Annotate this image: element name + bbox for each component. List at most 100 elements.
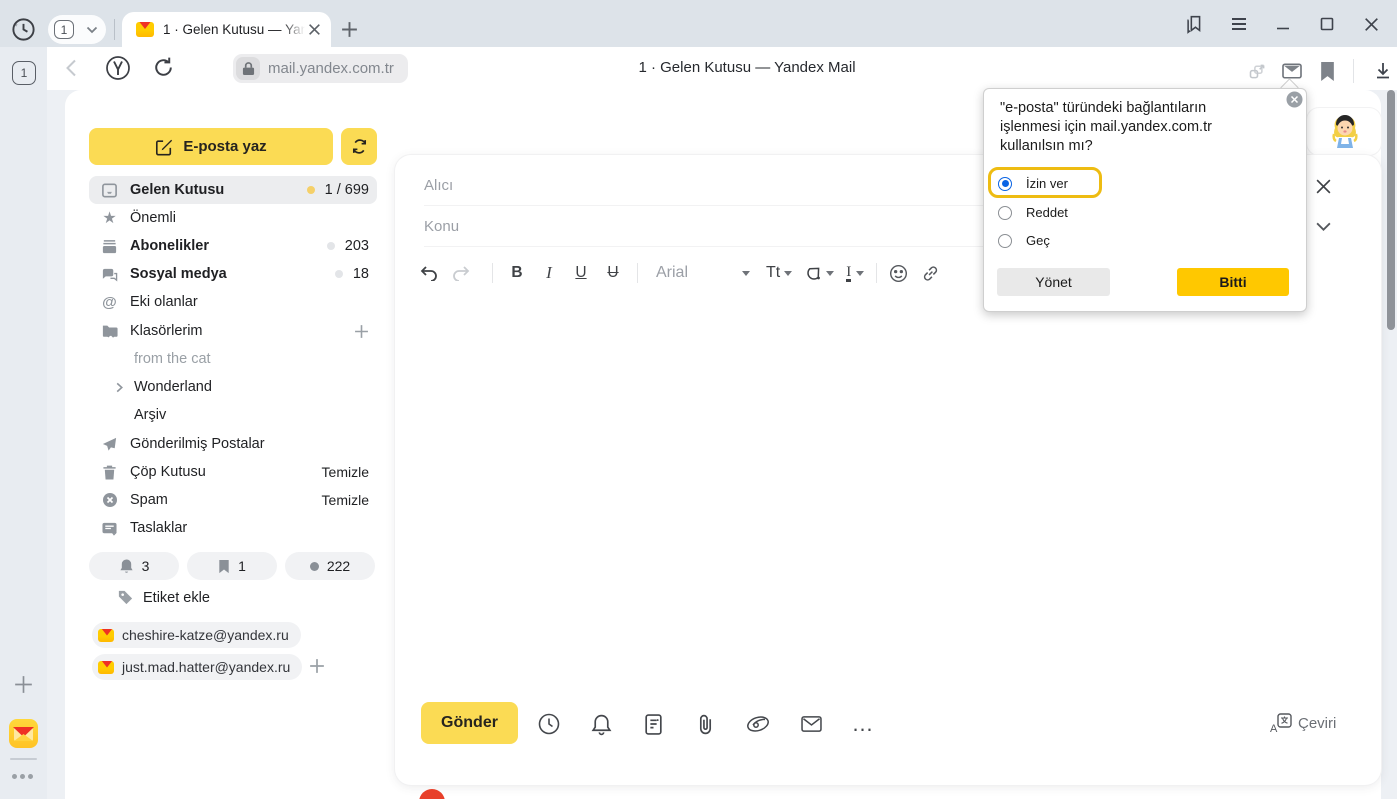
add-tag-label: Etiket ekle (143, 590, 210, 606)
add-panel-icon[interactable] (11, 672, 36, 697)
back-icon[interactable] (60, 56, 84, 80)
tab-title: 1 · Gelen Kutusu — Yandex Mail (163, 22, 308, 37)
new-tab-button[interactable] (340, 20, 359, 39)
sidebar-item-spam[interactable]: Spam Temizle (89, 486, 377, 514)
active-tab[interactable]: 1 · Gelen Kutusu — Yandex Mail (122, 12, 331, 47)
close-tab-icon[interactable] (308, 23, 321, 36)
compose-button[interactable]: E-posta yaz (89, 128, 333, 165)
add-folder-icon[interactable] (354, 324, 369, 339)
url-text: mail.yandex.com.tr (268, 60, 394, 77)
done-button[interactable]: Bitti (1177, 268, 1289, 296)
manage-label: Yönet (1035, 274, 1072, 290)
highlight-color-button[interactable] (806, 265, 834, 281)
history-icon[interactable] (10, 16, 37, 43)
collapse-compose-icon[interactable] (1315, 221, 1332, 232)
italic-button[interactable]: I (533, 263, 565, 283)
sync-button[interactable] (341, 128, 377, 165)
folder-label: Sosyal medya (130, 266, 227, 282)
schedule-send-icon[interactable] (537, 712, 561, 736)
rail-more-icon[interactable] (12, 774, 33, 779)
avatar-card (1307, 108, 1381, 155)
sidebar-item-wonderland[interactable]: Wonderland (89, 373, 377, 401)
yandex-mail-app-icon[interactable] (9, 719, 38, 748)
sidebar-item-subscriptions[interactable]: Abonelikler 203 (89, 232, 377, 260)
refresh-icon[interactable] (151, 55, 176, 80)
font-caret-icon[interactable] (742, 271, 750, 276)
close-popup-icon[interactable] (1286, 91, 1303, 108)
font-family-select[interactable]: Arial (646, 264, 742, 282)
attach-file-icon[interactable] (693, 712, 717, 736)
menu-icon[interactable] (1224, 9, 1254, 39)
sidebar-item-important[interactable]: ★ Önemli (89, 204, 377, 232)
sidebar-item-archive[interactable]: Arşiv (89, 401, 377, 429)
sidebar-item-attachments[interactable]: @ Eki olanlar (89, 288, 377, 316)
unread-badge[interactable]: 222 (285, 552, 375, 580)
bookmarks-badge[interactable]: 1 (187, 552, 277, 580)
sidebar-item-my-folders[interactable]: Klasörlerim (89, 317, 377, 345)
popup-message: "e-posta" türündeki bağlantıların işlenm… (1000, 99, 1240, 156)
chevron-right-icon[interactable] (115, 382, 124, 393)
close-window-button[interactable] (1356, 9, 1386, 39)
maximize-button[interactable] (1312, 9, 1342, 39)
unread-dot-icon (310, 562, 319, 571)
add-tag-button[interactable]: Etiket ekle (117, 589, 210, 606)
sidebar-item-from-the-cat[interactable]: from the cat (89, 345, 377, 373)
tab-panel-button[interactable]: 1 (12, 61, 36, 85)
bold-button[interactable]: B (501, 264, 533, 282)
add-account-icon[interactable] (309, 658, 325, 674)
reminders-badge[interactable]: 3 (89, 552, 179, 580)
redo-icon[interactable] (452, 265, 484, 281)
sidebar-item-sent[interactable]: Gönderilmiş Postalar (89, 430, 377, 458)
undo-icon[interactable] (420, 265, 452, 281)
empty-trash-link[interactable]: Temizle (322, 464, 369, 480)
scrollbar-thumb[interactable] (1387, 90, 1395, 330)
manage-button[interactable]: Yönet (997, 268, 1110, 296)
tab-count: 1 (54, 20, 74, 39)
sidebar-item-social[interactable]: Sosyal medya 18 (89, 260, 377, 288)
strikethrough-button[interactable]: U (597, 264, 629, 282)
inbox-icon (100, 182, 119, 199)
unread-dot (307, 186, 315, 194)
folder-label: Arşiv (134, 407, 166, 423)
disk-attach-icon[interactable] (746, 712, 770, 736)
link-icon[interactable] (921, 264, 953, 283)
template-icon[interactable] (641, 712, 665, 736)
send-button[interactable]: Gönder (421, 702, 518, 744)
empty-spam-link[interactable]: Temizle (322, 492, 369, 508)
emoji-icon[interactable] (889, 264, 921, 283)
notify-icon[interactable] (589, 712, 613, 736)
minimize-button[interactable] (1268, 9, 1298, 39)
close-compose-icon[interactable] (1315, 178, 1332, 195)
bookmark-icon[interactable] (1315, 56, 1339, 86)
downloads-icon[interactable] (1368, 56, 1397, 86)
share-icon[interactable] (1245, 56, 1269, 86)
folder-label: Çöp Kutusu (130, 464, 206, 480)
radio-icon (998, 234, 1012, 248)
sidebar-item-trash[interactable]: Çöp Kutusu Temizle (89, 458, 377, 486)
collections-icon[interactable] (1180, 9, 1210, 39)
radio-selected-icon (998, 177, 1012, 191)
lock-icon[interactable] (236, 57, 260, 80)
folder-icon (100, 323, 119, 339)
compose-label: E-posta yaz (183, 138, 266, 155)
font-size-button[interactable]: Tt (766, 264, 792, 282)
radio-allow[interactable]: İzin ver (998, 176, 1068, 191)
tab-counter-button[interactable]: 1 (48, 15, 106, 44)
avatar[interactable] (1329, 114, 1361, 150)
more-options-icon[interactable]: … (851, 712, 875, 736)
translate-label: Çeviri (1298, 715, 1336, 732)
sidebar-item-inbox[interactable]: Gelen Kutusu 1 / 699 (89, 176, 377, 204)
text-color-button[interactable]: I (846, 265, 864, 282)
address-bar[interactable]: mail.yandex.com.tr (233, 54, 408, 83)
account-cheshire[interactable]: cheshire-katze@yandex.ru (92, 622, 301, 648)
yandex-home-icon[interactable] (105, 55, 131, 81)
mail-attach-icon[interactable] (799, 712, 823, 736)
translate-button[interactable]: A Çeviri (1270, 713, 1336, 733)
folder-label: Gönderilmiş Postalar (130, 436, 265, 452)
radio-later[interactable]: Geç (998, 233, 1050, 248)
sidebar-item-drafts[interactable]: Taslaklar (89, 514, 377, 542)
chat-bubbles-icon (100, 266, 119, 283)
account-mad-hatter[interactable]: just.mad.hatter@yandex.ru (92, 654, 302, 680)
underline-button[interactable]: U (565, 264, 597, 282)
radio-deny[interactable]: Reddet (998, 205, 1068, 220)
